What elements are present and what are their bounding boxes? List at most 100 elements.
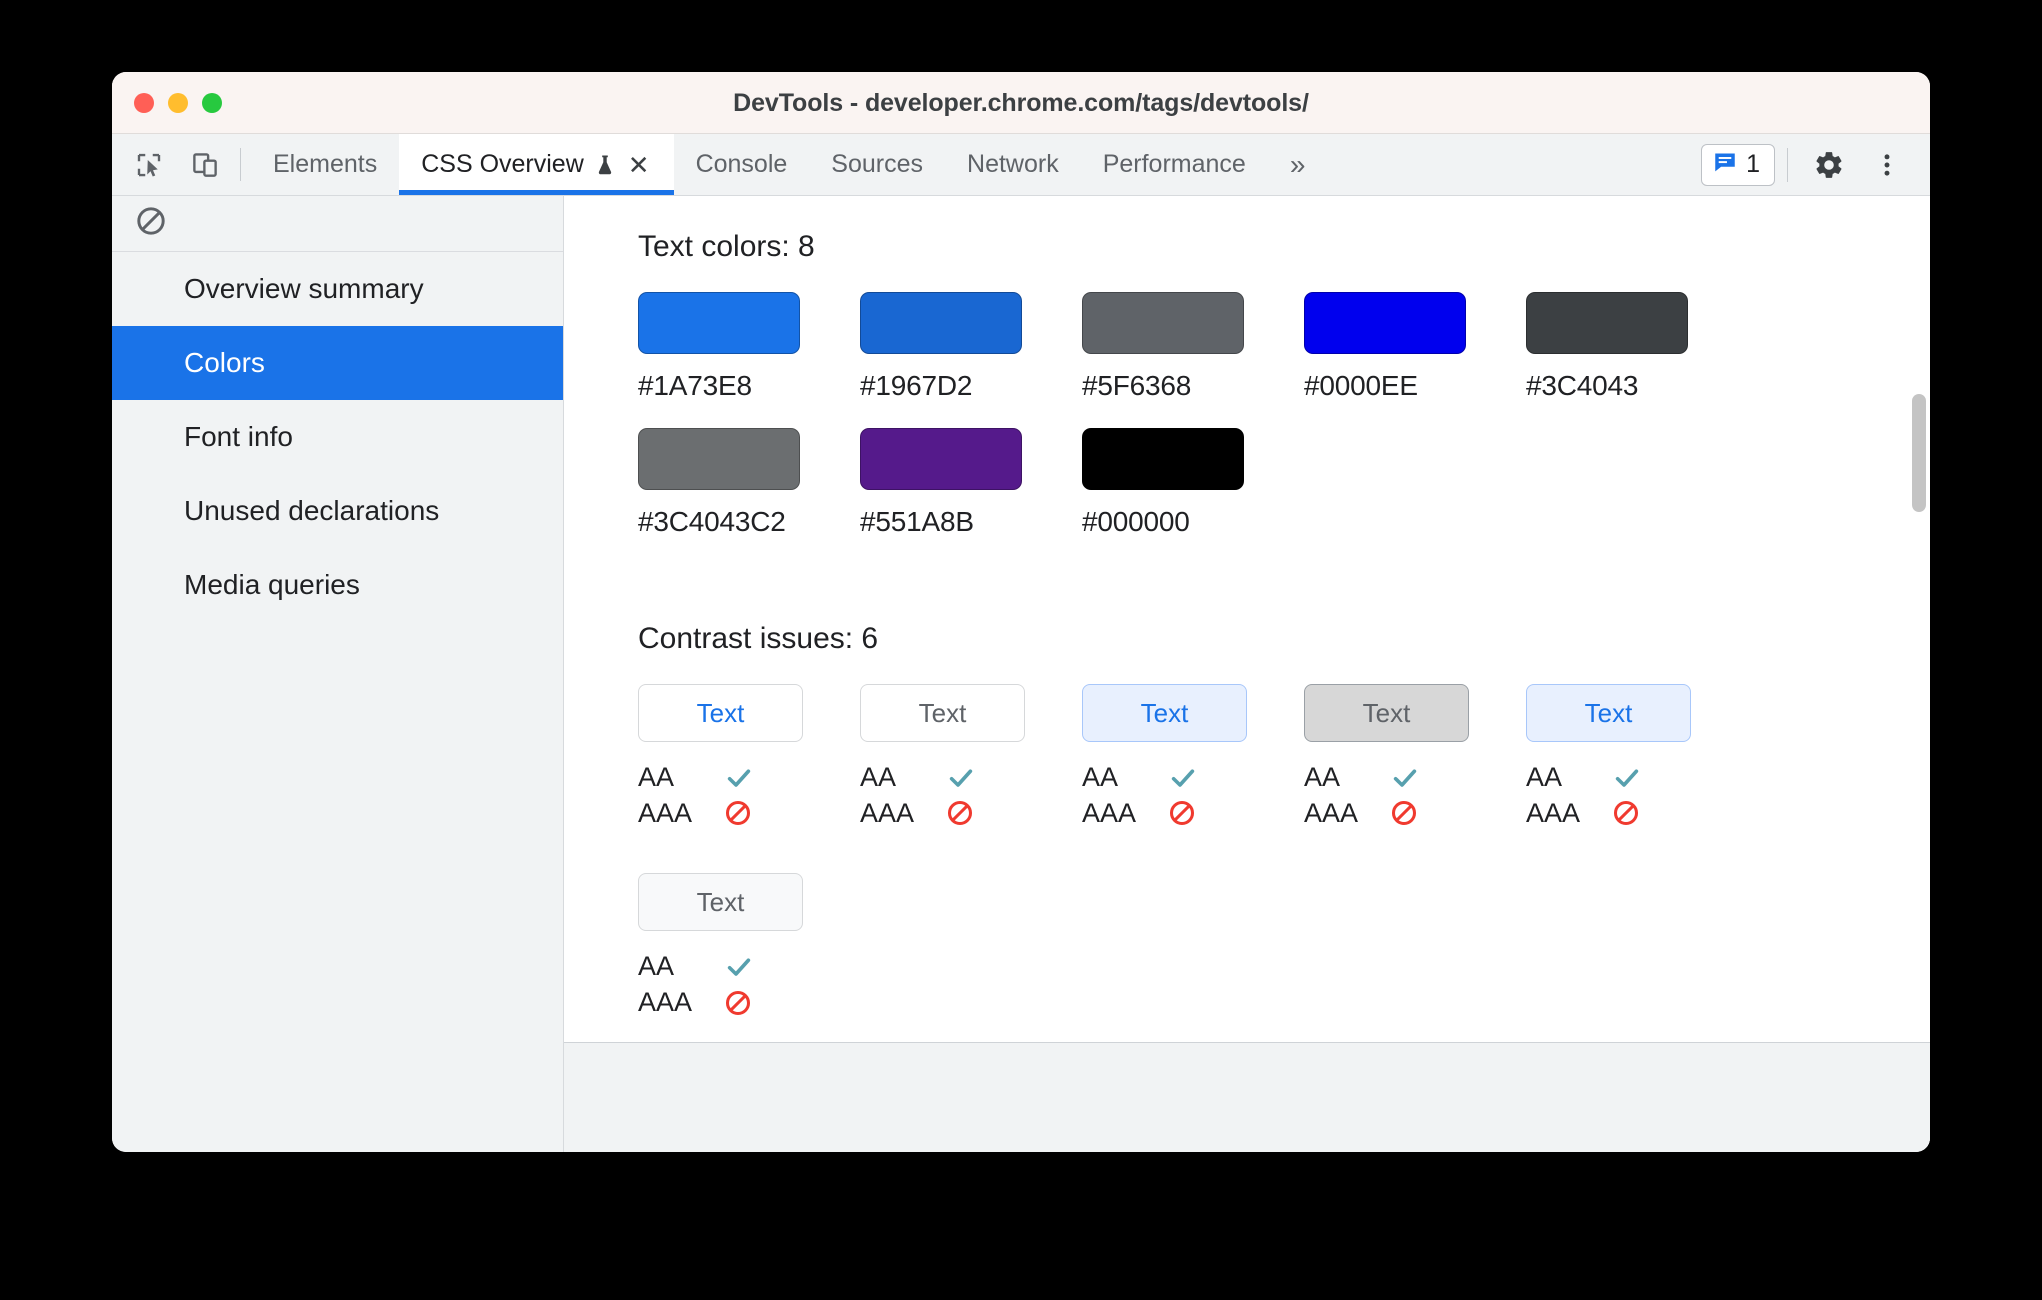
contrast-sample-box[interactable]: Text xyxy=(638,684,803,742)
tab-label: CSS Overview xyxy=(421,150,584,178)
contrast-issue-card[interactable]: Text AA AAA xyxy=(1304,684,1526,831)
block-no-entry-icon xyxy=(1168,799,1196,827)
contrast-levels: AA AAA xyxy=(1526,760,1748,831)
sidebar-toolbar xyxy=(112,196,563,252)
color-swatch-label: #0000EE xyxy=(1304,370,1418,401)
color-swatch[interactable] xyxy=(860,292,1022,354)
contrast-level-label: AAA xyxy=(638,986,693,1017)
tab-sources[interactable]: Sources xyxy=(809,134,945,195)
inspect-cursor-icon[interactable] xyxy=(132,148,166,182)
device-toolbar-icon[interactable] xyxy=(188,148,222,182)
kebab-menu-icon[interactable] xyxy=(1864,142,1910,188)
tabbar-left-icons xyxy=(112,134,240,195)
contrast-level-label: AA xyxy=(1082,762,1119,792)
contrast-level-row-aaa: AAA xyxy=(1304,796,1526,832)
block-no-entry-icon xyxy=(724,989,752,1017)
tab-label: Console xyxy=(695,150,788,178)
contrast-level-row-aa: AA xyxy=(860,760,1082,796)
devtools-drawer xyxy=(564,1042,1930,1152)
contrast-level-label: AA xyxy=(1526,762,1563,792)
contrast-level-label: AAA xyxy=(860,797,915,828)
color-swatch-item[interactable]: #0000EE xyxy=(1304,292,1526,402)
tab-label: Performance xyxy=(1102,150,1246,178)
color-swatch-item[interactable]: #1967D2 xyxy=(860,292,1082,402)
contrast-sample-box[interactable]: Text xyxy=(1304,684,1469,742)
gear-icon[interactable] xyxy=(1806,142,1852,188)
contrast-levels: AA AAA xyxy=(638,949,860,1020)
contrast-issue-card[interactable]: Text AA AAA xyxy=(1082,684,1304,831)
tab-css-overview[interactable]: CSS Overview ✕ xyxy=(399,134,674,195)
contrast-sample-box[interactable]: Text xyxy=(1526,684,1691,742)
color-swatch[interactable] xyxy=(1082,428,1244,490)
tab-performance[interactable]: Performance xyxy=(1081,134,1268,195)
tab-elements[interactable]: Elements xyxy=(251,134,399,195)
color-swatch[interactable] xyxy=(638,292,800,354)
more-tabs-button[interactable]: » xyxy=(1268,134,1328,195)
contrast-issue-card[interactable]: Text AA AAA xyxy=(860,684,1082,831)
block-no-entry-icon xyxy=(1390,799,1418,827)
sidebar-item-media-queries[interactable]: Media queries xyxy=(112,548,563,622)
close-tab-icon[interactable]: ✕ xyxy=(626,152,652,178)
block-no-entry-icon xyxy=(946,799,974,827)
content-scrollbar-track[interactable] xyxy=(1908,196,1926,1042)
content-scrollbar-thumb[interactable] xyxy=(1912,394,1926,512)
contrast-level-label: AAA xyxy=(1082,797,1137,828)
color-swatch-item[interactable]: #3C4043C2 xyxy=(638,428,860,538)
color-swatch[interactable] xyxy=(1082,292,1244,354)
sidebar-item-label: Media queries xyxy=(184,569,360,600)
contrast-sample-box[interactable]: Text xyxy=(1082,684,1247,742)
sidebar-item-unused-declarations[interactable]: Unused declarations xyxy=(112,474,563,548)
sidebar-item-font-info[interactable]: Font info xyxy=(112,400,563,474)
contrast-issues-grid: Text AA AAA Text AA AAA Text AA AAA Text AA AAA Text… xyxy=(638,684,1838,1042)
contrast-level-row-aa: AA xyxy=(1082,760,1304,796)
issues-message-icon xyxy=(1712,149,1738,180)
contrast-issue-card[interactable]: Text AA AAA xyxy=(1526,684,1748,831)
color-swatch-label: #551A8B xyxy=(860,506,974,537)
contrast-sample-box[interactable]: Text xyxy=(638,873,803,932)
block-no-entry-icon xyxy=(1612,799,1640,827)
contrast-issue-card[interactable]: Text AA AAA xyxy=(638,684,860,831)
tab-network[interactable]: Network xyxy=(945,134,1081,195)
contrast-level-row-aaa: AAA xyxy=(638,985,860,1021)
contrast-issue-card[interactable]: Text AA AAA xyxy=(638,873,860,1020)
color-swatch[interactable] xyxy=(860,428,1022,490)
chevron-double-right-icon: » xyxy=(1289,148,1306,180)
color-swatch-item[interactable]: #5F6368 xyxy=(1082,292,1304,402)
color-swatch-item[interactable]: #1A73E8 xyxy=(638,292,860,402)
color-swatch-item[interactable]: #551A8B xyxy=(860,428,1082,538)
contrast-level-row-aa: AA xyxy=(1304,760,1526,796)
block-no-entry-icon xyxy=(724,799,752,827)
clear-no-entry-icon[interactable] xyxy=(134,204,168,243)
color-swatch[interactable] xyxy=(638,428,800,490)
css-overview-sidebar: Overview summary Colors Font info Unused… xyxy=(112,196,564,1152)
color-swatch-label: #000000 xyxy=(1082,506,1190,537)
color-swatch-label: #3C4043C2 xyxy=(638,506,786,537)
sidebar-item-colors[interactable]: Colors xyxy=(112,326,563,400)
check-icon xyxy=(946,763,976,793)
color-swatch-label: #3C4043 xyxy=(1526,370,1639,401)
tab-label: Network xyxy=(967,150,1059,178)
contrast-sample-box[interactable]: Text xyxy=(860,684,1025,742)
text-colors-heading: Text colors: 8 xyxy=(638,230,815,263)
color-swatch[interactable] xyxy=(1526,292,1688,354)
contrast-level-label: AAA xyxy=(638,797,693,828)
check-icon xyxy=(724,952,754,982)
window-title: DevTools - developer.chrome.com/tags/dev… xyxy=(733,89,1309,117)
contrast-level-row-aa: AA xyxy=(1526,760,1748,796)
window-titlebar: DevTools - developer.chrome.com/tags/dev… xyxy=(112,72,1930,134)
sidebar-item-label: Overview summary xyxy=(184,273,424,304)
tab-console[interactable]: Console xyxy=(674,134,810,195)
color-swatch-item[interactable]: #000000 xyxy=(1082,428,1304,538)
contrast-level-label: AAA xyxy=(1526,797,1581,828)
tab-label: Sources xyxy=(831,150,924,178)
contrast-issues-heading: Contrast issues: 6 xyxy=(638,622,879,655)
color-swatch-label: #1967D2 xyxy=(860,370,973,401)
color-swatch-item[interactable]: #3C4043 xyxy=(1526,292,1748,402)
contrast-levels: AA AAA xyxy=(638,760,860,831)
check-icon xyxy=(724,763,754,793)
sidebar-item-overview-summary[interactable]: Overview summary xyxy=(112,252,563,326)
contrast-level-label: AA xyxy=(860,762,897,792)
color-swatch[interactable] xyxy=(1304,292,1466,354)
devtools-body: Overview summary Colors Font info Unused… xyxy=(112,196,1930,1152)
issues-counter-button[interactable]: 1 xyxy=(1701,143,1775,186)
